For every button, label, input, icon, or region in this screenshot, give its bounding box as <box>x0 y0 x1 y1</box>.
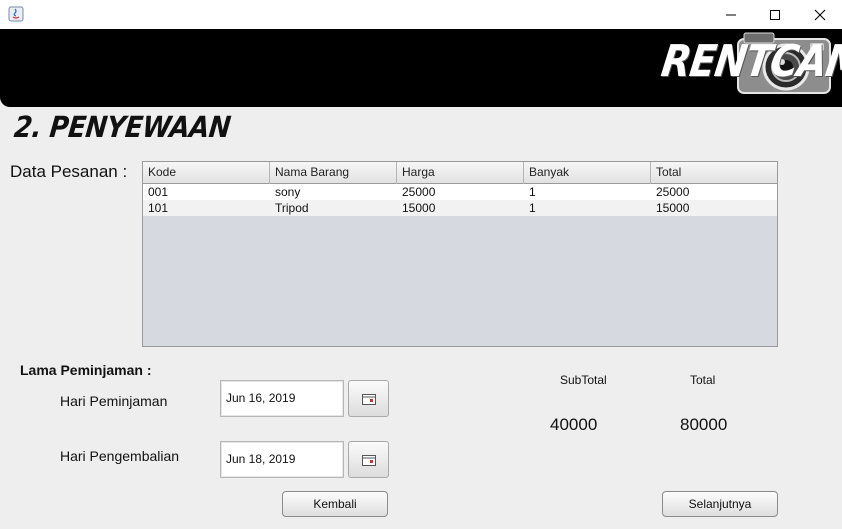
header-banner: RENTCAM <box>0 29 842 107</box>
data-pesanan-label: Data Pesanan : <box>10 162 128 181</box>
calendar-icon <box>361 393 376 405</box>
column-header-nama-barang[interactable]: Nama Barang <box>270 162 397 184</box>
cell-nama-barang: sony <box>275 185 301 199</box>
calendar-icon <box>361 454 376 466</box>
total-label: Total <box>690 373 716 387</box>
cell-harga: 25000 <box>402 185 436 199</box>
table-row[interactable]: 101 Tripod 15000 1 15000 <box>143 200 777 216</box>
subtotal-label: SubTotal <box>560 373 607 387</box>
cell-nama-barang: Tripod <box>275 201 309 215</box>
close-button[interactable] <box>797 0 842 29</box>
column-header-kode[interactable]: Kode <box>143 162 270 184</box>
hari-pengembalian-date-field[interactable]: Jun 18, 2019 <box>220 441 344 478</box>
cell-total: 15000 <box>656 201 690 215</box>
java-icon <box>8 6 24 22</box>
order-table[interactable]: Kode Nama Barang Harga Banyak Total 001 … <box>142 161 778 347</box>
window-titlebar <box>0 0 842 29</box>
hari-pengembalian-calendar-button[interactable] <box>348 441 389 478</box>
logo-text: RENTCAM <box>658 35 842 87</box>
table-header: Kode Nama Barang Harga Banyak Total <box>143 162 777 184</box>
maximize-button[interactable] <box>752 0 798 29</box>
maximize-icon <box>770 9 780 20</box>
column-header-total[interactable]: Total <box>651 162 777 184</box>
column-header-banyak[interactable]: Banyak <box>524 162 651 184</box>
page-title: 2. PENYEWAAN <box>12 111 232 145</box>
cell-harga: 15000 <box>402 201 436 215</box>
hari-pengembalian-label: Hari Pengembalian <box>60 448 180 464</box>
cell-banyak: 1 <box>529 201 536 215</box>
hari-peminjaman-label: Hari Peminjaman <box>60 393 168 409</box>
cell-total: 25000 <box>656 185 690 199</box>
table-row[interactable]: 001 sony 25000 1 25000 <box>143 184 777 200</box>
close-icon <box>814 9 826 20</box>
kembali-button[interactable]: Kembali <box>282 491 388 517</box>
minimize-icon <box>726 14 736 15</box>
cell-kode: 101 <box>148 201 169 215</box>
hari-peminjaman-calendar-button[interactable] <box>348 380 389 417</box>
total-value: 80000 <box>680 415 728 434</box>
lama-peminjaman-label: Lama Peminjaman : <box>20 362 152 378</box>
hari-peminjaman-date-field[interactable]: Jun 16, 2019 <box>220 380 344 417</box>
cell-banyak: 1 <box>529 185 536 199</box>
minimize-button[interactable] <box>708 0 754 29</box>
cell-kode: 001 <box>148 185 169 199</box>
subtotal-value: 40000 <box>550 415 598 434</box>
selanjutnya-button[interactable]: Selanjutnya <box>662 491 778 517</box>
table-body: 001 sony 25000 1 25000 101 Tripod 15000 … <box>143 184 777 216</box>
column-header-harga[interactable]: Harga <box>397 162 524 184</box>
